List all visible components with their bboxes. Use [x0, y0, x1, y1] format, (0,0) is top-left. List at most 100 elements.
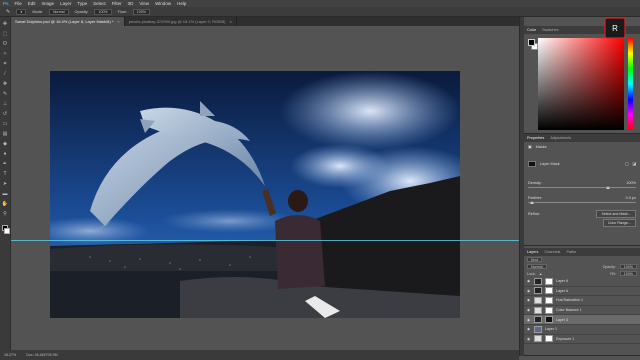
- tab-color[interactable]: Color: [527, 28, 536, 32]
- menu-help[interactable]: Help: [177, 1, 186, 6]
- feather-value[interactable]: 0.0 px: [626, 196, 636, 200]
- layer-mask-thumbnail[interactable]: [545, 296, 553, 304]
- layer-mask-thumbnail[interactable]: [545, 287, 553, 295]
- eraser-tool-icon[interactable]: ▭: [2, 121, 9, 128]
- dodge-tool-icon[interactable]: ●: [2, 151, 9, 158]
- blend-mode-select[interactable]: Normal: [527, 263, 547, 270]
- lock-row: Lock: 🔒︎ Fill: 100%: [524, 270, 640, 277]
- brush-tool-icon[interactable]: ✎: [6, 9, 10, 15]
- layer-mask-thumbnail[interactable]: [545, 277, 553, 285]
- hand-tool-icon[interactable]: ✋: [2, 201, 9, 208]
- layer-row[interactable]: ◉ Layer 1: [524, 325, 640, 335]
- layer-mask-thumbnail[interactable]: [545, 306, 553, 314]
- lock-icon[interactable]: 🔒︎: [540, 272, 542, 276]
- channel-logo: R ROBI: [604, 17, 626, 42]
- layer-row[interactable]: ◉ Exposure 1: [524, 335, 640, 345]
- select-and-mask-button[interactable]: Select and Mask...: [596, 209, 636, 218]
- tab-adjustments[interactable]: Adjustments: [550, 136, 571, 140]
- menu-3d[interactable]: 3D: [128, 1, 134, 6]
- eye-icon[interactable]: ◉: [527, 337, 531, 341]
- adjustment-thumbnail: [534, 335, 542, 343]
- photoshop-logo-icon[interactable]: Ps: [3, 1, 9, 6]
- density-slider[interactable]: [528, 185, 636, 189]
- layer-row[interactable]: ◉ Hue/Saturation 1: [524, 296, 640, 306]
- color-range-button[interactable]: Color Range...: [602, 218, 636, 227]
- fill-field[interactable]: 100%: [619, 270, 637, 277]
- eyedropper-tool-icon[interactable]: ⁄: [2, 71, 9, 78]
- density-value[interactable]: 100%: [626, 181, 636, 185]
- brush-preset-picker[interactable]: ●: [16, 8, 27, 15]
- tools-panel: ✥ ⬚ ʘ ✧ ⌗ ⁄ ✚ ✎ ⊥ ↺ ▭ ▤ ◆ ● ✒ T ➤ ▬ ✋ ⚲: [0, 17, 11, 356]
- tab-paths[interactable]: Paths: [566, 250, 576, 254]
- feather-slider[interactable]: [528, 200, 636, 204]
- lasso-tool-icon[interactable]: ʘ: [2, 41, 9, 48]
- crop-tool-icon[interactable]: ⌗: [2, 61, 9, 68]
- layer-mask-thumbnail[interactable]: [528, 160, 536, 167]
- tab-pexels-pixabay[interactable]: pexels-pixabay-372990.jpg @ 18.1% (Layer…: [125, 17, 237, 26]
- eye-icon[interactable]: ◉: [527, 289, 531, 293]
- close-icon[interactable]: ×: [117, 19, 119, 24]
- mode-select[interactable]: Normal: [48, 8, 69, 15]
- flow-field[interactable]: 100%: [132, 8, 150, 15]
- opacity-field[interactable]: 100%: [94, 8, 112, 15]
- blur-tool-icon[interactable]: ◆: [2, 141, 9, 148]
- density-slider-handle[interactable]: [606, 185, 610, 189]
- tab-layers[interactable]: Layers: [527, 250, 538, 254]
- layer-thumbnail: [534, 325, 542, 333]
- layer-mask-thumbnail[interactable]: [545, 316, 553, 324]
- close-icon[interactable]: ×: [229, 19, 231, 24]
- menu-window[interactable]: Window: [155, 1, 171, 6]
- layer-row[interactable]: ◉ Layer 6: [524, 287, 640, 297]
- document-canvas[interactable]: [50, 71, 460, 318]
- clone-stamp-tool-icon[interactable]: ⊥: [2, 101, 9, 108]
- gradient-tool-icon[interactable]: ▤: [2, 131, 9, 138]
- opacity-label: Opacity:: [74, 9, 89, 14]
- foreground-color-swatch[interactable]: [528, 39, 535, 46]
- tab-channels[interactable]: Channels: [544, 250, 560, 254]
- layer-row[interactable]: ◉ Color Balance 1: [524, 306, 640, 316]
- move-tool-icon[interactable]: ✥: [2, 21, 9, 28]
- layer-kind-filter[interactable]: Kind: [527, 256, 543, 263]
- path-select-tool-icon[interactable]: ➤: [2, 181, 9, 188]
- zoom-tool-icon[interactable]: ⚲: [2, 211, 9, 218]
- properties-panel-tabs: Properties Adjustments: [524, 134, 640, 142]
- tab-sanaf-dolphins[interactable]: Sanaf Dolphins.psd @ 16.4% (Layer 8, Lay…: [11, 17, 125, 26]
- hue-slider[interactable]: [628, 38, 633, 130]
- menu-type[interactable]: Type: [77, 1, 87, 6]
- menu-layer[interactable]: Layer: [60, 1, 71, 6]
- quick-select-tool-icon[interactable]: ✧: [2, 51, 9, 58]
- background-color-swatch[interactable]: [4, 228, 10, 234]
- eye-icon[interactable]: ◉: [527, 308, 531, 312]
- tab-swatches[interactable]: Swatches: [542, 28, 558, 32]
- layer-mask-thumbnail[interactable]: [545, 335, 553, 343]
- pixel-mask-icon[interactable]: ◪: [632, 161, 636, 166]
- layer-row-selected[interactable]: ◉ Layer 3: [524, 315, 640, 325]
- color-picker-field[interactable]: [538, 38, 624, 130]
- vector-mask-icon[interactable]: ▢: [625, 161, 629, 166]
- menu-filter[interactable]: Filter: [112, 1, 122, 6]
- horizontal-guide-line[interactable]: [11, 240, 519, 241]
- menu-select[interactable]: Select: [93, 1, 106, 6]
- eye-icon[interactable]: ◉: [527, 327, 531, 331]
- eye-icon[interactable]: ◉: [527, 318, 531, 322]
- tab-properties[interactable]: Properties: [527, 136, 544, 140]
- menu-image[interactable]: Image: [42, 1, 55, 6]
- history-brush-tool-icon[interactable]: ↺: [2, 111, 9, 118]
- menu-file[interactable]: File: [15, 1, 22, 6]
- layer-opacity-field[interactable]: 100%: [619, 263, 637, 270]
- type-tool-icon[interactable]: T: [2, 171, 9, 178]
- document-workspace[interactable]: [11, 26, 519, 350]
- healing-tool-icon[interactable]: ✚: [2, 81, 9, 88]
- menu-view[interactable]: View: [139, 1, 149, 6]
- brush-tool-icon[interactable]: ✎: [2, 91, 9, 98]
- eye-icon[interactable]: ◉: [527, 279, 531, 283]
- shape-tool-icon[interactable]: ▬: [2, 191, 9, 198]
- marquee-tool-icon[interactable]: ⬚: [2, 31, 9, 38]
- eye-icon[interactable]: ◉: [527, 298, 531, 302]
- menu-edit[interactable]: Edit: [28, 1, 36, 6]
- zoom-level[interactable]: 16.27%: [4, 353, 16, 357]
- layers-panel-tabs: Layers Channels Paths: [524, 248, 640, 256]
- pen-tool-icon[interactable]: ✒: [2, 161, 9, 168]
- layer-row[interactable]: ◉ Layer 8: [524, 277, 640, 287]
- feather-slider-handle[interactable]: [530, 200, 534, 204]
